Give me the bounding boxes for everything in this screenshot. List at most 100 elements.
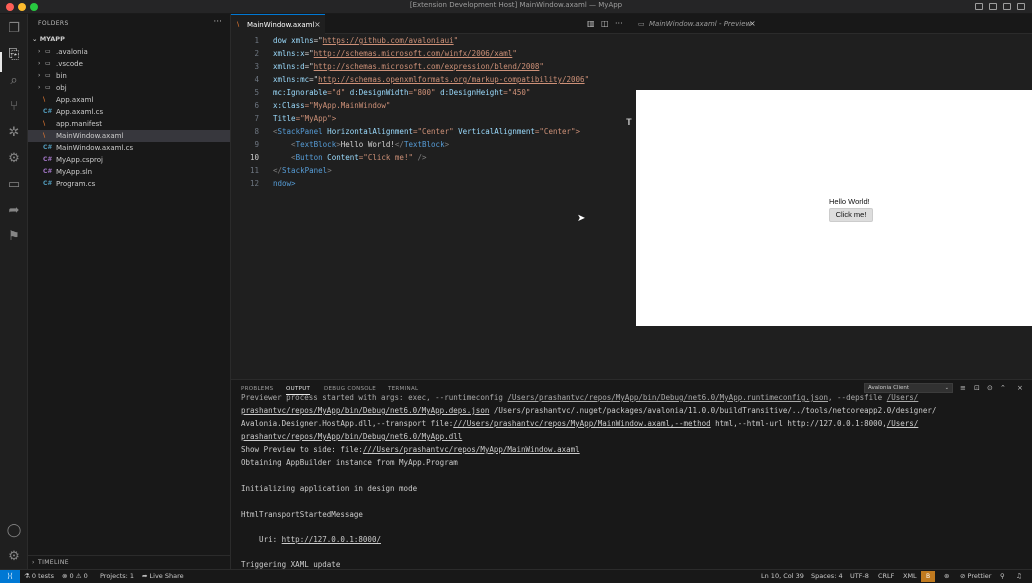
live-share-icon[interactable]: ➦ (5, 202, 23, 220)
language-mode[interactable]: XML (903, 572, 917, 580)
preview-pane: Hello World! Click me! (634, 34, 1032, 379)
output-link[interactable]: /Users/ (887, 419, 919, 428)
code-token: Title (273, 114, 296, 123)
code-token: xmlns:x (273, 49, 305, 58)
maximize-panel-icon[interactable]: ⌃ (1000, 384, 1006, 392)
remote-indicator-icon[interactable]: ⟩⟨ (0, 570, 20, 583)
code-link[interactable]: https://github.com/avaloniaui (323, 36, 454, 45)
encoding-status[interactable]: UTF-8 (850, 572, 869, 580)
output-channel-select[interactable]: Avalonia Client ⌄ (864, 383, 953, 393)
tree-file-myapp-csproj[interactable]: C# MyApp.csproj (28, 154, 230, 166)
output-link[interactable]: prashantvc/repos/MyApp/bin/Debug/net6.0/… (241, 406, 489, 415)
tree-folder-bin[interactable]: › ▭ bin (28, 70, 230, 82)
code-line-3: xmlns:d="http://schemas.microsoft.com/ex… (273, 62, 544, 71)
toggle-sidebar-icon[interactable] (975, 3, 983, 10)
sidebar-header: FOLDERS (38, 20, 69, 27)
close-icon[interactable]: × (1017, 384, 1023, 392)
lock-scroll-icon[interactable]: ⊡ (974, 384, 980, 392)
tab-mainwindow-axaml[interactable]: \ MainWindow.axaml × (231, 14, 325, 34)
extensions-icon[interactable]: ⚙ (5, 150, 23, 168)
extension-badge[interactable]: B (921, 571, 935, 582)
preview-click-button[interactable]: Click me! (829, 208, 873, 222)
problems-status[interactable]: ⊗ 0 ⚠ 0 (62, 572, 88, 580)
tab-debug-console[interactable]: DEBUG CONSOLE (324, 386, 376, 392)
folder-root[interactable]: ⌄ MYAPP (32, 35, 65, 43)
code-link[interactable]: http://schemas.openxmlformats.org/markup… (318, 75, 584, 84)
code-token: d:DesignHeight (440, 88, 504, 97)
code-token: dow (273, 36, 292, 45)
account-icon[interactable]: ◯ (5, 522, 23, 540)
output-link[interactable]: http://127.0.0.1:8000/ (282, 535, 381, 544)
explorer-files-icon[interactable]: ⎘ (5, 46, 23, 64)
split-editor-icon[interactable]: ◫ (601, 19, 609, 28)
clear-output-icon[interactable]: ≡ (960, 384, 966, 392)
explorer-icon[interactable]: ❐ (5, 20, 23, 38)
timeline-section[interactable]: › TIMELINE (28, 555, 230, 569)
open-preview-icon[interactable]: ▥ (587, 19, 595, 28)
code-token: Hello World! (340, 140, 395, 149)
cursor-position[interactable]: Ln 10, Col 39 (761, 572, 804, 580)
toggle-secondary-sidebar-icon[interactable] (1003, 3, 1011, 10)
tree-folder-avalonia[interactable]: › ▭ .avalonia (28, 46, 230, 58)
close-icon[interactable]: × (749, 14, 756, 34)
output-link[interactable]: /Users/prashantvc/repos/MyApp/bin/Debug/… (507, 393, 828, 402)
folder-root-label: MYAPP (39, 35, 65, 43)
more-actions-icon[interactable]: ··· (615, 19, 623, 28)
tab-terminal[interactable]: TERMINAL (388, 386, 418, 392)
tree-folder-obj[interactable]: › ▭ obj (28, 82, 230, 94)
indentation-status[interactable]: Spaces: 4 (811, 572, 843, 580)
tab-problems[interactable]: PROBLEMS (241, 386, 273, 392)
preview-canvas[interactable]: Hello World! Click me! (636, 90, 1032, 326)
search-icon[interactable]: ⌕ (5, 72, 23, 90)
output-link[interactable]: ///Users/prashantvc/repos/MyApp/MainWind… (453, 419, 710, 428)
output-line: prashantvc/repos/MyApp/bin/Debug/net6.0/… (241, 406, 936, 415)
explorer-sidebar: FOLDERS ··· ⌄ MYAPP › ▭ .avalonia › ▭ .vscod… (28, 14, 231, 569)
tree-file-app-manifest[interactable]: \ app.manifest (28, 118, 230, 130)
tree-file-myapp-sln[interactable]: C# MyApp.sln (28, 166, 230, 178)
title-bar: [Extension Development Host] MainWindow.… (0, 0, 1032, 14)
code-link[interactable]: http://schemas.microsoft.com/expression/… (314, 62, 540, 71)
more-actions-icon[interactable]: ··· (213, 17, 222, 27)
toggle-panel-icon[interactable] (989, 3, 997, 10)
code-token: mc:Ignorable (273, 88, 328, 97)
tree-file-app-axaml-cs[interactable]: C# App.axaml.cs (28, 106, 230, 118)
debug-icon[interactable]: ✲ (5, 124, 23, 142)
tree-folder-vscode[interactable]: › ▭ .vscode (28, 58, 230, 70)
projects-status[interactable]: Projects: 1 (100, 572, 134, 580)
output-line: HtmlTransportStartedMessage (241, 510, 363, 519)
code-editor[interactable]: 1 2 3 4 5 6 7 8 9 10 11 12 dow xmlns="ht… (231, 34, 634, 379)
preview-icon: ▭ (638, 20, 645, 28)
tree-file-mainwindow-axaml-cs[interactable]: C# MainWindow.axaml.cs (28, 142, 230, 154)
bottom-panel: PROBLEMS OUTPUT DEBUG CONSOLE TERMINAL A… (231, 379, 1032, 569)
tree-file-program-cs[interactable]: C# Program.cs (28, 178, 230, 190)
xml-file-icon: \ (43, 96, 46, 103)
code-token: x:Class (273, 101, 305, 110)
broadcast-icon[interactable]: ⚲ (1000, 572, 1005, 580)
line-number: 9 (254, 140, 259, 149)
remote-explorer-icon[interactable]: ▭ (5, 176, 23, 194)
customize-layout-icon[interactable] (1017, 3, 1025, 10)
prettier-status[interactable]: ⊘ Prettier (960, 572, 991, 580)
settings-icon[interactable]: ⊙ (987, 384, 993, 392)
live-share-status[interactable]: ➦ Live Share (142, 572, 184, 580)
notifications-bell-icon[interactable]: ♫ (1016, 572, 1022, 580)
bookmark-icon[interactable]: ⚑ (5, 228, 23, 246)
csharp-file-icon: C# (43, 180, 53, 187)
output-line: Initializing application in design mode (241, 484, 418, 493)
line-number: 11 (249, 166, 259, 175)
source-control-icon[interactable]: ⑂ (5, 98, 23, 116)
close-icon[interactable]: × (314, 15, 321, 35)
code-link[interactable]: http://schemas.microsoft.com/winfx/2006/… (314, 49, 513, 58)
copilot-icon[interactable]: ⊛ (944, 572, 949, 580)
output-link[interactable]: /Users/ (887, 393, 919, 402)
tab-mainwindow-preview[interactable]: ▭ MainWindow.axaml - Preview × (634, 14, 762, 34)
tree-file-app-axaml[interactable]: \ App.axaml (28, 94, 230, 106)
output-link[interactable]: prashantvc/repos/MyApp/bin/Debug/net6.0/… (241, 432, 462, 441)
test-status[interactable]: ⚗ 0 tests (24, 572, 54, 580)
code-line-7: Title="MyApp"> (273, 114, 336, 123)
tree-file-mainwindow-axaml[interactable]: \ MainWindow.axaml (28, 130, 230, 142)
eol-status[interactable]: CRLF (878, 572, 894, 580)
code-token: > (444, 140, 450, 149)
output-link[interactable]: ///Users/prashantvc/repos/MyApp/MainWind… (363, 445, 580, 454)
settings-gear-icon[interactable]: ⚙ (5, 548, 23, 566)
